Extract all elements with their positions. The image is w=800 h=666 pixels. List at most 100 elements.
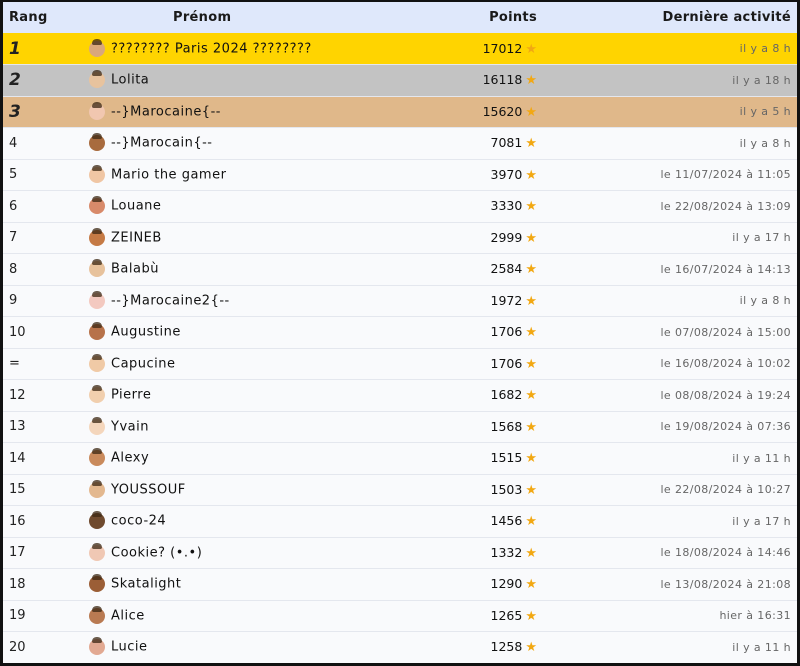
column-header-rank[interactable]: Rang	[3, 2, 89, 33]
player-name[interactable]: Cookie? (•.•)	[111, 545, 202, 560]
last-activity-cell: le 22/08/2024 à 10:27	[660, 483, 791, 497]
column-header-name[interactable]: Prénom	[89, 2, 409, 33]
table-row[interactable]: 10 Augustine 1706 ★ le 07/08/2024 à 15:00	[3, 316, 797, 349]
player-name[interactable]: Lolita	[111, 73, 149, 88]
avatar-icon[interactable]	[89, 448, 105, 467]
avatar-icon[interactable]	[89, 196, 105, 215]
table-row[interactable]: 16 coco-24 1456 ★ il y a 17 h	[3, 505, 797, 537]
table-row[interactable]: 1 ???????? Paris 2024 ???????? 17012 ★ il y …	[3, 33, 797, 65]
name-cell: --}Marocaine{--	[89, 96, 409, 128]
name-cell: YOUSSOUF	[89, 474, 409, 506]
player-name[interactable]: Skatalight	[111, 577, 181, 592]
star-icon: ★	[525, 104, 537, 120]
avatar-icon[interactable]	[89, 70, 105, 89]
avatar-icon[interactable]	[89, 101, 105, 120]
player-name[interactable]: --}Marocain{--	[111, 136, 212, 151]
table-row[interactable]: 7 ZEINEB 2999 ★ il y a 17 h	[3, 222, 797, 254]
table-row[interactable]: 14 Alexy 1515 ★ il y a 11 h	[3, 442, 797, 474]
table-row[interactable]: 5 Mario the gamer 3970 ★ le 11/07/2024 à 11:…	[3, 159, 797, 191]
table-row[interactable]: = Capucine 1706 ★ le 16/08/2024 à 10:02	[3, 348, 797, 380]
points-cell: 1706 ★	[409, 317, 545, 349]
avatar-icon[interactable]	[89, 479, 105, 498]
table-row[interactable]: 3 --}Marocaine{-- 15620 ★ il y a 5 h	[3, 96, 797, 128]
avatar-icon[interactable]	[89, 385, 105, 404]
table-row[interactable]: 12 Pierre 1682 ★ le 08/08/2024 à 19:24	[3, 379, 797, 411]
name-cell: Yvain	[89, 411, 409, 443]
points-value: 1706	[490, 324, 523, 340]
avatar-icon[interactable]	[89, 637, 105, 656]
player-name[interactable]: Louane	[111, 199, 161, 214]
last-activity-cell: le 16/08/2024 à 10:02	[660, 357, 791, 371]
rank-cell: 7	[9, 230, 18, 246]
points-cell: 1503 ★	[409, 474, 545, 506]
player-name[interactable]: Mario the gamer	[111, 167, 226, 182]
table-row[interactable]: 13 Yvain 1568 ★ le 19/08/2024 à 07:36	[3, 411, 797, 443]
avatar-icon[interactable]	[89, 164, 105, 183]
column-header-points[interactable]: Points	[409, 2, 545, 33]
star-icon: ★	[525, 199, 537, 215]
table-row[interactable]: 9 --}Marocaine2{-- 1972 ★ il y a 8 h	[3, 285, 797, 317]
table-row[interactable]: 15 YOUSSOUF 1503 ★ le 22/08/2024 à 10:27	[3, 474, 797, 506]
last-activity-cell: le 22/08/2024 à 13:09	[660, 199, 791, 213]
points-value: 1706	[490, 355, 523, 371]
last-activity-cell: le 16/07/2024 à 14:13	[660, 262, 791, 276]
avatar-icon[interactable]	[89, 133, 105, 152]
player-name[interactable]: ZEINEB	[111, 230, 162, 245]
star-icon: ★	[525, 608, 537, 624]
player-name[interactable]: Capucine	[111, 356, 176, 371]
leaderboard-table: Rang Prénom Points Dernière activité 1??…	[3, 2, 797, 663]
last-activity-cell: il y a 5 h	[739, 105, 791, 119]
avatar-icon[interactable]	[89, 38, 105, 57]
points-cell: 1290 ★	[409, 569, 545, 601]
avatar-icon[interactable]	[89, 259, 105, 278]
player-name[interactable]: Augustine	[111, 325, 181, 340]
star-icon: ★	[525, 41, 537, 57]
star-icon: ★	[525, 577, 537, 593]
table-row[interactable]: 6 Louane 3330 ★ le 22/08/2024 à 13:09	[3, 190, 797, 222]
avatar-icon[interactable]	[89, 322, 105, 341]
points-cell: 1972 ★	[409, 285, 545, 317]
avatar-icon[interactable]	[89, 353, 105, 372]
avatar-icon[interactable]	[89, 290, 105, 309]
player-name[interactable]: ???????? Paris 2024 ????????	[111, 41, 312, 56]
name-cell: Cookie? (•.•)	[89, 537, 409, 569]
player-name[interactable]: Yvain	[111, 419, 149, 434]
points-value: 17012	[482, 40, 523, 56]
rank-cell: 17	[9, 545, 26, 561]
avatar-icon[interactable]	[89, 542, 105, 561]
points-value: 1265	[490, 607, 523, 623]
avatar-icon[interactable]	[89, 227, 105, 246]
player-name[interactable]: --}Marocaine{--	[111, 104, 221, 119]
player-name[interactable]: Alexy	[111, 451, 149, 466]
name-cell: Mario the gamer	[89, 159, 409, 191]
table-row[interactable]: 8 Balabù 2584 ★ le 16/07/2024 à 14:13	[3, 253, 797, 285]
column-header-last-activity[interactable]: Dernière activité	[545, 2, 797, 33]
table-row[interactable]: 18 Skatalight 1290 ★ le 13/08/2024 à 21:08	[3, 568, 797, 601]
name-cell: --}Marocaine2{--	[89, 285, 409, 317]
table-row[interactable]: 19 Alice 1265 ★ hier à 16:31	[3, 600, 797, 632]
points-value: 16118	[482, 72, 523, 88]
table-row[interactable]: 4 --}Marocain{-- 7081 ★ il y a 8 h	[3, 127, 797, 159]
last-activity-cell: il y a 8 h	[739, 294, 791, 308]
star-icon: ★	[525, 388, 537, 404]
avatar-icon[interactable]	[89, 511, 105, 530]
points-value: 1503	[490, 481, 523, 497]
avatar-icon[interactable]	[89, 574, 105, 593]
points-value: 1332	[490, 544, 523, 560]
points-cell: 17012 ★	[409, 33, 545, 65]
player-name[interactable]: Lucie	[111, 640, 148, 655]
player-name[interactable]: Pierre	[111, 388, 151, 403]
player-name[interactable]: Balabù	[111, 262, 159, 277]
player-name[interactable]: Alice	[111, 608, 145, 623]
table-row[interactable]: 17 Cookie? (•.•) 1332 ★ le 18/08/2024 à 14:4…	[3, 537, 797, 569]
star-icon: ★	[525, 73, 537, 89]
player-name[interactable]: YOUSSOUF	[111, 482, 186, 497]
table-row[interactable]: 2 Lolita 16118 ★ il y a 18 h	[3, 64, 797, 96]
last-activity-cell: il y a 11 h	[732, 640, 791, 654]
avatar-icon[interactable]	[89, 605, 105, 624]
player-name[interactable]: --}Marocaine2{--	[111, 293, 230, 308]
points-value: 2584	[490, 261, 523, 277]
player-name[interactable]: coco-24	[111, 514, 166, 529]
table-row[interactable]: 20 Lucie 1258 ★ il y a 11 h	[3, 631, 797, 663]
avatar-icon[interactable]	[89, 416, 105, 435]
